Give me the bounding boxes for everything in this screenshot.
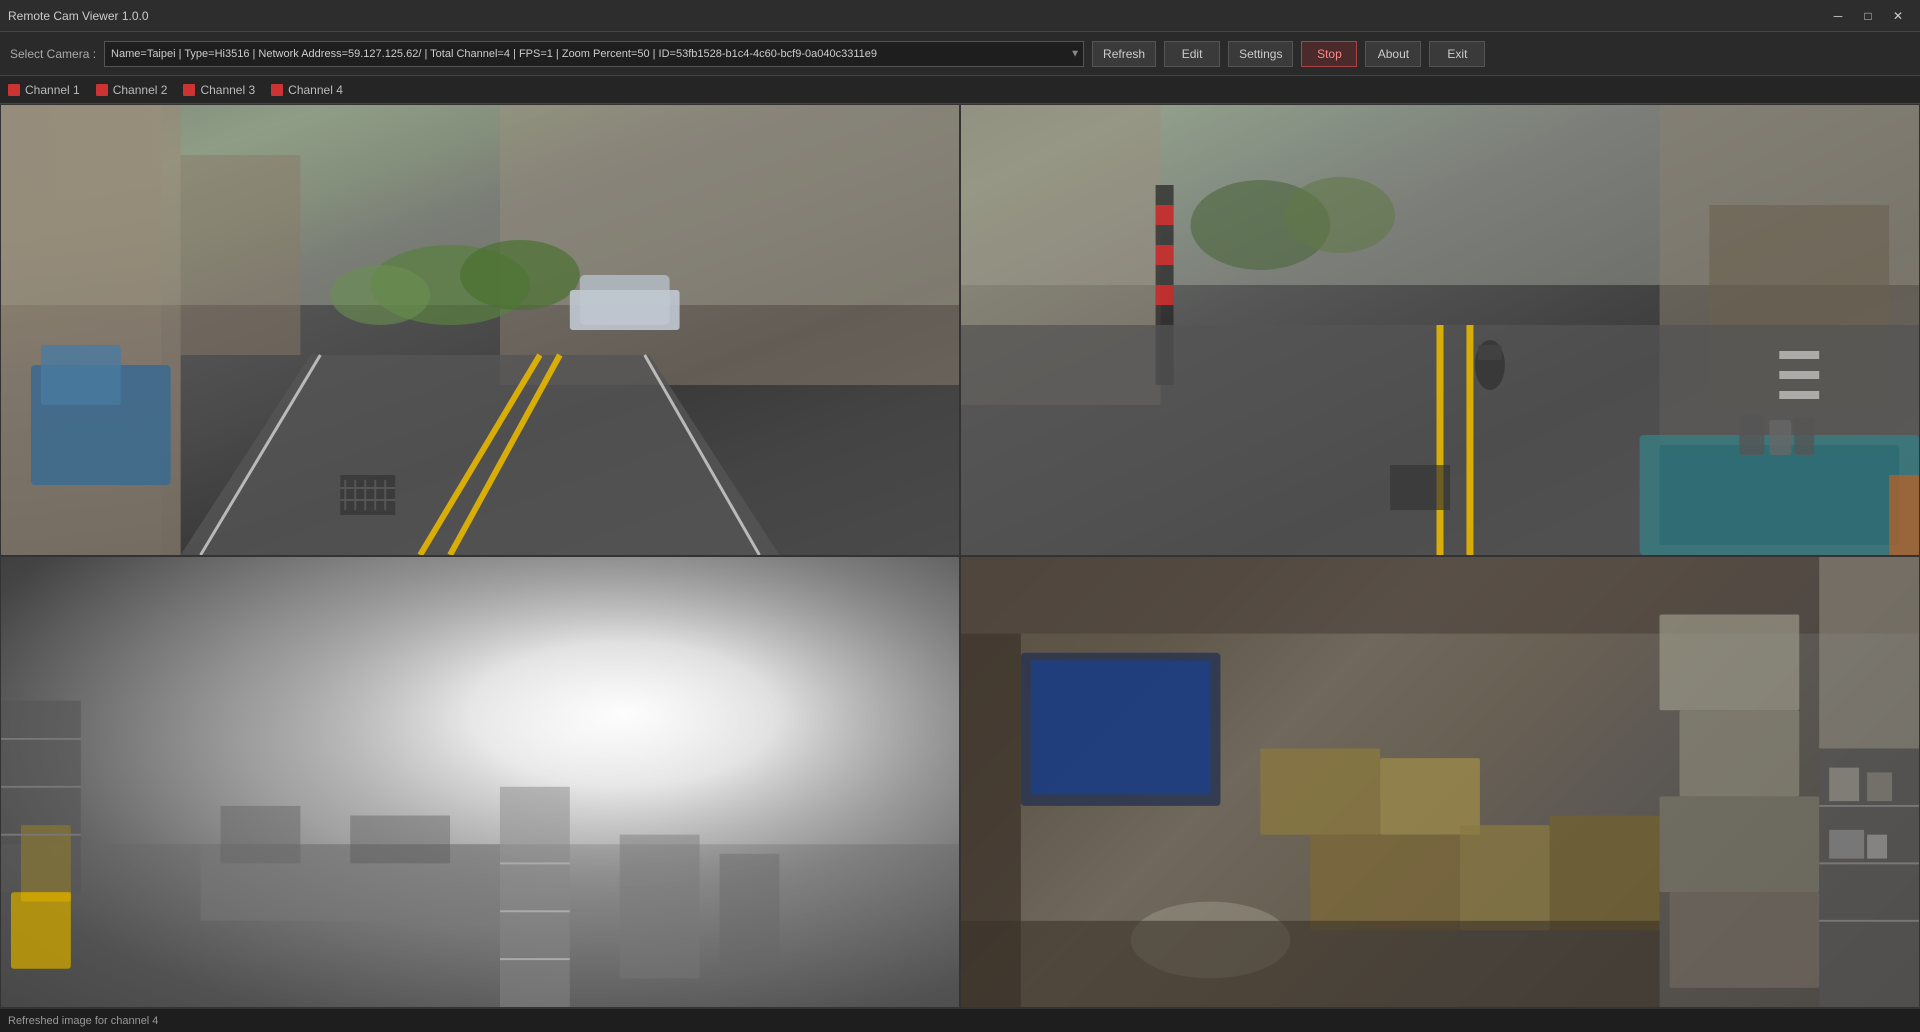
channel-label-3: Channel 3 bbox=[200, 83, 255, 97]
camera-select[interactable]: Name=Taipei | Type=Hi3516 | Network Addr… bbox=[104, 41, 1084, 67]
camera-view-1[interactable] bbox=[0, 104, 960, 556]
app-title: Remote Cam Viewer 1.0.0 bbox=[8, 9, 149, 23]
titlebar: Remote Cam Viewer 1.0.0 ─ □ ✕ bbox=[0, 0, 1920, 32]
titlebar-controls: ─ □ ✕ bbox=[1824, 5, 1912, 27]
statusbar: Refreshed image for channel 4 bbox=[0, 1008, 1920, 1032]
camera-label: Select Camera : bbox=[10, 47, 96, 61]
channel-tab-3[interactable]: Channel 3 bbox=[183, 83, 255, 97]
channel-label-1: Channel 1 bbox=[25, 83, 80, 97]
channel-dot-4 bbox=[271, 84, 283, 96]
edit-button[interactable]: Edit bbox=[1164, 41, 1220, 67]
camera-view-3[interactable] bbox=[0, 556, 960, 1008]
channel-tab-2[interactable]: Channel 2 bbox=[96, 83, 168, 97]
camera-grid bbox=[0, 104, 1920, 1008]
channel-dot-3 bbox=[183, 84, 195, 96]
maximize-button[interactable]: □ bbox=[1854, 5, 1882, 27]
toolbar: Select Camera : Name=Taipei | Type=Hi351… bbox=[0, 32, 1920, 76]
refresh-button[interactable]: Refresh bbox=[1092, 41, 1156, 67]
minimize-button[interactable]: ─ bbox=[1824, 5, 1852, 27]
camera-select-wrapper: Name=Taipei | Type=Hi3516 | Network Addr… bbox=[104, 41, 1084, 67]
camera-view-2[interactable] bbox=[960, 104, 1920, 556]
settings-button[interactable]: Settings bbox=[1228, 41, 1293, 67]
channel-dot-2 bbox=[96, 84, 108, 96]
channel-label-4: Channel 4 bbox=[288, 83, 343, 97]
channel-tab-1[interactable]: Channel 1 bbox=[8, 83, 80, 97]
camera-view-4[interactable] bbox=[960, 556, 1920, 1008]
channel-bar: Channel 1 Channel 2 Channel 3 Channel 4 bbox=[0, 76, 1920, 104]
about-button[interactable]: About bbox=[1365, 41, 1421, 67]
channel-label-2: Channel 2 bbox=[113, 83, 168, 97]
status-message: Refreshed image for channel 4 bbox=[8, 1015, 158, 1027]
stop-button[interactable]: Stop bbox=[1301, 41, 1357, 67]
channel-dot-1 bbox=[8, 84, 20, 96]
channel-tab-4[interactable]: Channel 4 bbox=[271, 83, 343, 97]
close-button[interactable]: ✕ bbox=[1884, 5, 1912, 27]
exit-button[interactable]: Exit bbox=[1429, 41, 1485, 67]
